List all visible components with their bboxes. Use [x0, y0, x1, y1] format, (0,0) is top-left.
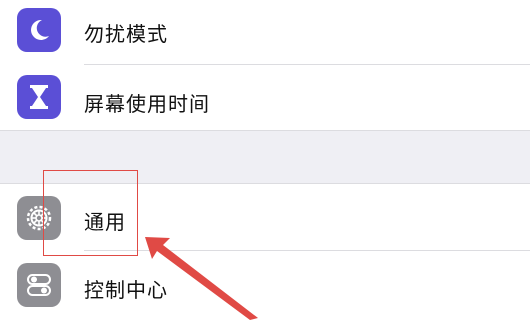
- annotation-arrow-icon: [145, 237, 258, 320]
